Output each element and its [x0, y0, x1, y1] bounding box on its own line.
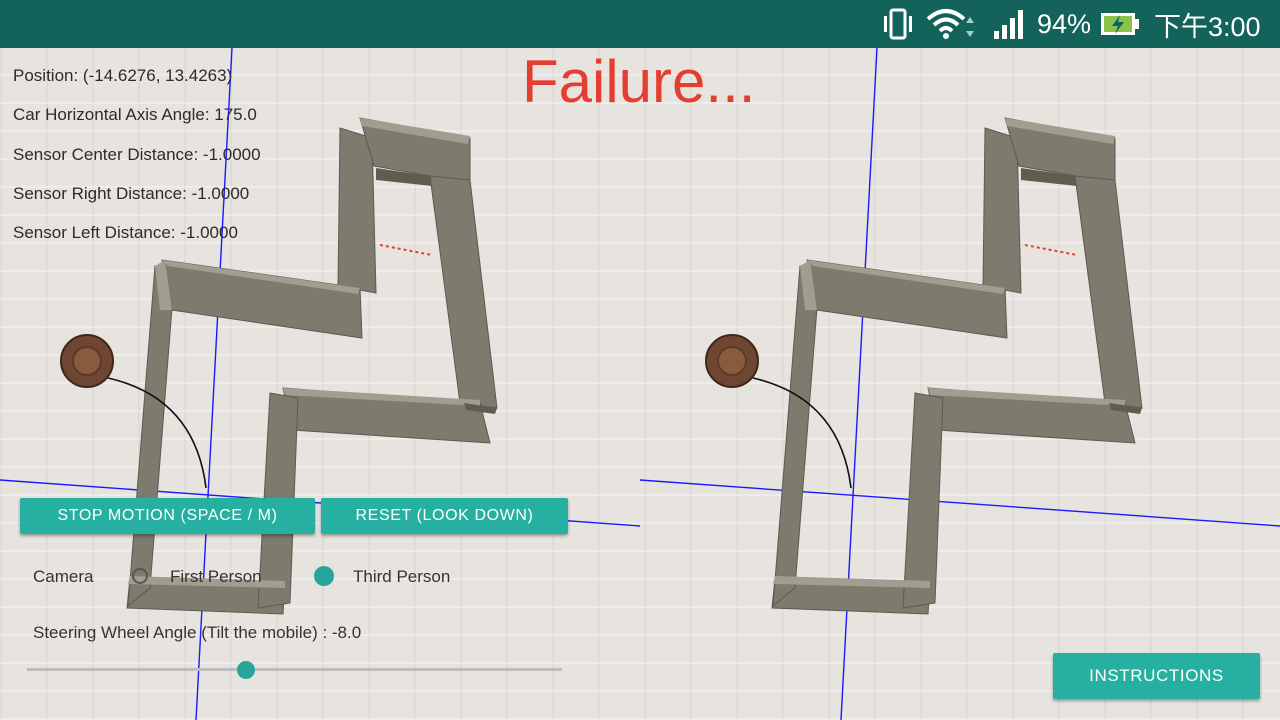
- sensor-center-readout: Sensor Center Distance: -1.0000: [13, 145, 261, 164]
- maze-right: [705, 117, 1143, 615]
- axis-line-horizontal-right: [639, 479, 1280, 527]
- instructions-button[interactable]: INSTRUCTIONS: [1053, 653, 1260, 699]
- battery-percent: 94%: [1037, 8, 1092, 39]
- steering-label: Steering Wheel Angle (Tilt the mobile) :…: [33, 623, 362, 642]
- axis-line-vertical-right: [840, 48, 878, 720]
- failure-title: Failure...: [522, 48, 756, 115]
- wifi-icon: [926, 0, 978, 48]
- reset-button[interactable]: RESET (LOOK DOWN): [321, 498, 568, 534]
- status-bar: 94% 下午3:00: [0, 0, 1280, 48]
- first-person-label[interactable]: First Person: [170, 567, 262, 587]
- battery-charging-icon: [1099, 0, 1141, 48]
- clock: 下午3:00: [1154, 11, 1261, 42]
- right-eye-view: [639, 48, 1280, 720]
- third-person-label[interactable]: Third Person: [353, 567, 450, 587]
- camera-label: Camera: [33, 567, 94, 586]
- vibrate-icon: [880, 0, 916, 48]
- steering-slider-track[interactable]: [27, 668, 562, 671]
- angle-readout: Car Horizontal Axis Angle: 175.0: [13, 105, 257, 124]
- position-readout: Position: (-14.6276, 13.4263): [13, 66, 233, 85]
- third-person-radio[interactable]: [314, 566, 334, 586]
- sensor-right-readout: Sensor Right Distance: -1.0000: [13, 184, 250, 203]
- stop-motion-button[interactable]: STOP MOTION (SPACE / M): [20, 498, 315, 534]
- signal-icon: [992, 0, 1028, 48]
- sensor-left-readout: Sensor Left Distance: -1.0000: [13, 223, 238, 242]
- first-person-radio[interactable]: [132, 568, 148, 584]
